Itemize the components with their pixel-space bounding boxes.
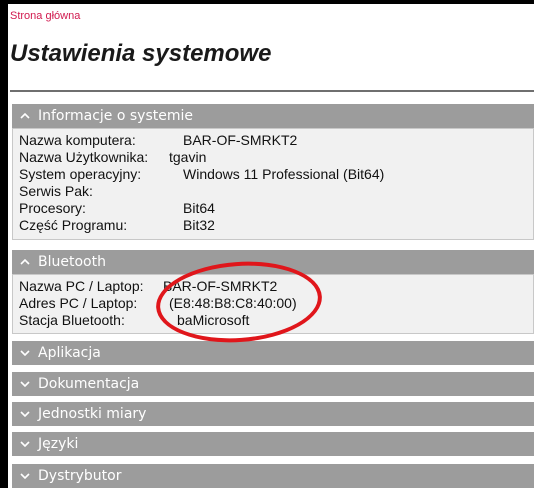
row-key: Nazwa Użytkownika:	[19, 149, 149, 165]
section-body-system-info: Nazwa komputera: BAR-OF-SMRKT2 Nazwa Uży…	[12, 128, 534, 240]
chevron-down-icon	[20, 409, 30, 419]
section-label: Aplikacja	[38, 345, 101, 361]
section-header-languages[interactable]: Języki	[12, 432, 534, 456]
row-value: Windows 11 Professional (Bit64)	[183, 166, 385, 182]
info-row-computer-name: Nazwa komputera: BAR-OF-SMRKT2	[13, 132, 533, 149]
row-value: Bit32	[183, 217, 215, 233]
row-value: BAR-OF-SMRKT2	[183, 132, 298, 148]
breadcrumb-home-link[interactable]: Strona główna	[10, 10, 80, 22]
row-key: Serwis Pak:	[19, 183, 93, 199]
page-title: Ustawienia systemowe	[10, 40, 272, 67]
title-divider	[10, 90, 534, 92]
section-header-system-info[interactable]: Informacje o systemie	[12, 104, 534, 128]
section-header-units[interactable]: Jednostki miary	[12, 402, 534, 426]
row-key: System operacyjny:	[19, 166, 142, 182]
window-left-edge	[0, 0, 8, 488]
info-row-user-name: Nazwa Użytkownika: tgavin	[13, 149, 533, 166]
section-label: Języki	[38, 436, 79, 452]
chevron-down-icon	[20, 471, 30, 481]
info-row-program-part: Część Programu: Bit32	[13, 217, 533, 234]
row-key: Nazwa PC / Laptop:	[19, 278, 144, 294]
info-row-processors: Procesory: Bit64	[13, 200, 533, 217]
chevron-up-icon	[20, 111, 30, 121]
row-value: Bit64	[183, 200, 215, 216]
row-key: Procesory:	[19, 200, 86, 216]
chevron-down-icon	[20, 439, 30, 449]
section-header-documentation[interactable]: Dokumentacja	[12, 372, 534, 396]
settings-panel: Strona główna Ustawienia systemowe Infor…	[10, 6, 534, 488]
section-label: Bluetooth	[38, 254, 106, 270]
chevron-down-icon	[20, 348, 30, 358]
section-header-application[interactable]: Aplikacja	[12, 341, 534, 365]
row-key: Stacja Bluetooth:	[19, 312, 125, 328]
chevron-up-icon	[20, 257, 30, 267]
section-label: Jednostki miary	[38, 406, 147, 422]
row-key: Część Programu:	[19, 217, 128, 233]
row-key: Adres PC / Laptop:	[19, 295, 138, 311]
row-key: Nazwa komputera:	[19, 132, 136, 148]
info-row-os: System operacyjny: Windows 11 Profession…	[13, 166, 533, 183]
chevron-down-icon	[20, 379, 30, 389]
section-label: Informacje o systemie	[38, 108, 194, 124]
window-top-edge	[0, 0, 534, 4]
info-row-service-pack: Serwis Pak:	[13, 183, 533, 200]
section-label: Dokumentacja	[38, 376, 140, 392]
row-value: tgavin	[169, 149, 207, 165]
section-label: Dystrybutor	[38, 468, 122, 484]
section-header-distributor[interactable]: Dystrybutor	[12, 464, 534, 488]
